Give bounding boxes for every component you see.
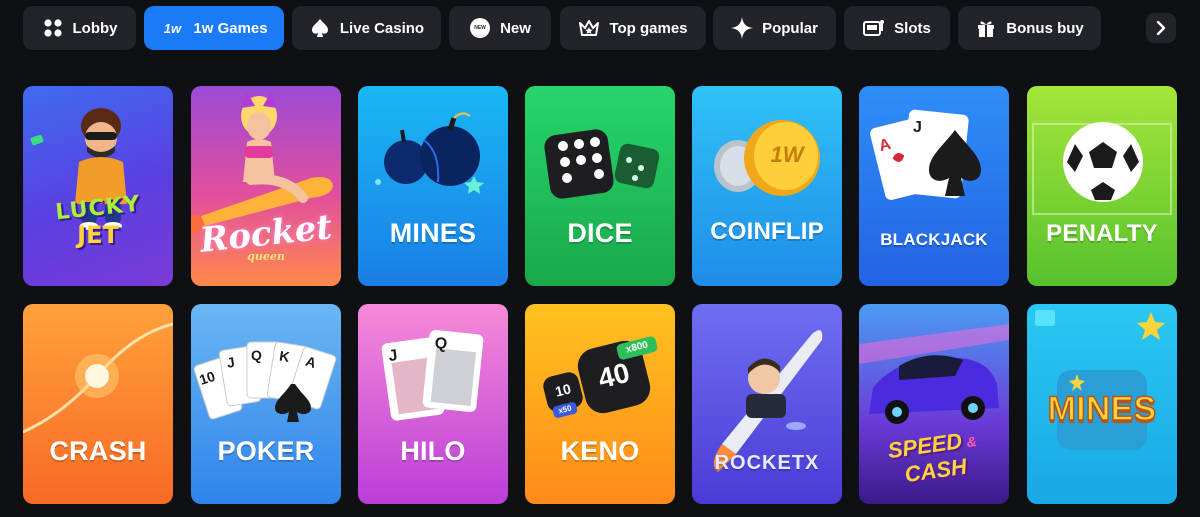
rocket-queen-logo: Rocket queen — [191, 207, 341, 263]
nav-new-label: New — [500, 19, 531, 37]
new-badge-icon: NEW — [469, 17, 491, 39]
nav-live-casino[interactable]: Live Casino — [292, 6, 441, 50]
poker-title: POKER — [217, 436, 315, 466]
category-nav: Lobby 1w 1w Games Live Casino NEW New To… — [0, 0, 1200, 58]
spade-icon — [309, 17, 331, 39]
coinflip-title: COINFLIP — [710, 218, 824, 245]
dice-art — [544, 129, 660, 199]
sparkle-icon — [731, 17, 754, 39]
coinflip-coin-text: 1W — [770, 142, 804, 167]
lucky-jet-logo: LUCKY JET — [23, 192, 173, 249]
rocket-x-title: ROCKETX — [714, 452, 820, 474]
nav-lobby-label: Lobby — [72, 19, 118, 37]
penalty-title: PENALTY — [1046, 220, 1158, 247]
crash-trail-art — [23, 322, 173, 434]
dice-title: DICE — [567, 218, 633, 248]
hilo-title: HILO — [400, 436, 466, 466]
nav-lobby[interactable]: Lobby — [23, 6, 136, 50]
speed-cash-logo-amp: & — [965, 432, 978, 451]
blackjack-title: BLACKJACK — [880, 230, 988, 249]
nav-live-casino-label: Live Casino — [339, 19, 425, 37]
keno-title: KENO — [560, 436, 640, 466]
crown-icon — [578, 17, 600, 39]
nav-bonus-buy-label: Bonus buy — [1006, 19, 1084, 37]
game-tile-dice[interactable]: DICE — [525, 86, 675, 286]
mines-title: MINES — [389, 218, 477, 248]
football-art — [1032, 122, 1172, 215]
poker-card-2: Q — [251, 347, 262, 363]
nav-next-button[interactable] — [1146, 13, 1176, 43]
lucky-jet-character-art — [30, 108, 127, 230]
crash-title: CRASH — [49, 436, 147, 466]
nav-new[interactable]: NEW New — [449, 6, 551, 50]
game-tile-penalty[interactable]: PENALTY — [1027, 86, 1177, 286]
new-badge-text: NEW — [474, 25, 486, 31]
chevron-right-icon — [1156, 21, 1166, 35]
gift-icon — [975, 17, 997, 39]
poker-cards-art: 10 J Q K A — [193, 341, 337, 422]
grid-icon — [42, 17, 64, 39]
nav-bonus-buy[interactable]: Bonus buy — [958, 6, 1101, 50]
nav-popular-label: Popular — [762, 19, 818, 37]
nav-popular[interactable]: Popular — [713, 6, 836, 50]
1w-logo-text: 1w — [163, 20, 182, 36]
keno-tiles-art — [543, 336, 658, 418]
1w-logo-icon: 1w — [160, 17, 184, 39]
game-tile-rocket-x[interactable]: ROCKETX — [692, 304, 842, 504]
nav-top-games-label: Top games — [609, 19, 688, 37]
svg-text:J: J — [913, 119, 922, 136]
game-tile-poker[interactable]: 10 J Q K A POKER — [191, 304, 341, 504]
game-tile-mines[interactable]: MINES — [358, 86, 508, 286]
game-tile-blackjack[interactable]: A J BLACKJACK — [859, 86, 1009, 286]
game-tile-keno[interactable]: 40 x800 10 x50 KENO — [525, 304, 675, 504]
coins-art — [714, 120, 820, 196]
game-tile-rocket-queen[interactable]: Rocket queen — [191, 86, 341, 286]
nav-top-games[interactable]: Top games — [560, 6, 706, 50]
slot-machine-icon — [863, 17, 885, 39]
nav-1w-games[interactable]: 1w 1w Games — [144, 6, 284, 50]
mines-2-title: MINES — [1047, 389, 1157, 429]
nav-1w-games-label: 1w Games — [193, 19, 268, 37]
game-tile-crash[interactable]: CRASH — [23, 304, 173, 504]
game-tile-hilo[interactable]: J Q HILO — [358, 304, 508, 504]
bombs-art — [375, 112, 484, 194]
game-tile-speed-and-cash[interactable]: SPEED & CASH — [859, 304, 1009, 504]
blackjack-cards-art: A J — [870, 109, 981, 200]
game-tile-lucky-jet[interactable]: LUCKY JET — [23, 86, 173, 286]
nav-slots[interactable]: Slots — [844, 6, 950, 50]
hilo-cards-art: J Q — [381, 329, 484, 421]
nav-slots-label: Slots — [894, 19, 931, 37]
game-tile-mines-2[interactable]: MINES — [1027, 304, 1177, 504]
game-tile-coinflip[interactable]: 1W COINFLIP — [692, 86, 842, 286]
hilo-card-1: Q — [434, 335, 448, 353]
